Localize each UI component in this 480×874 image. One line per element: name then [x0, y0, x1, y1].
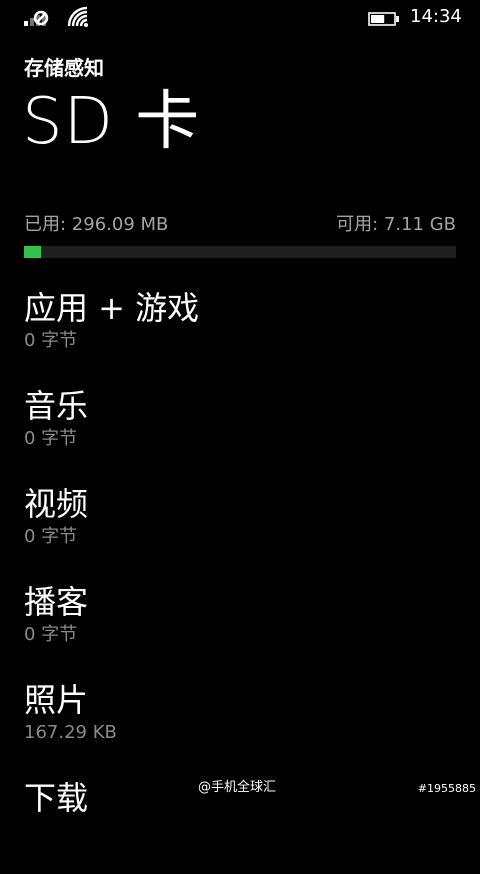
page-title: SD 卡	[22, 85, 201, 159]
status-bar: 14:34	[0, 0, 480, 36]
category-size: 0 字节	[24, 526, 78, 547]
category-name: 音乐	[24, 387, 89, 425]
watermark-source: @手机全球汇	[198, 780, 277, 795]
category-item-music[interactable]: 音乐 0 字节	[0, 384, 480, 482]
category-name: 视频	[24, 485, 89, 523]
category-name: 照片	[24, 681, 89, 719]
app-title: 存储感知	[24, 56, 104, 80]
category-size: 167.29 KB	[24, 722, 117, 743]
category-item-podcasts[interactable]: 播客 0 字节	[0, 580, 480, 678]
category-item-apps-games[interactable]: 应用 + 游戏 0 字节	[0, 286, 480, 384]
category-size: 0 字节	[24, 330, 78, 351]
category-item-photos[interactable]: 照片 167.29 KB	[0, 678, 480, 776]
wifi-icon	[66, 5, 90, 33]
signal-no-sim-icon	[24, 7, 54, 31]
category-name: 播客	[24, 583, 89, 621]
category-item-videos[interactable]: 视频 0 字节	[0, 482, 480, 580]
category-name: 应用 + 游戏	[24, 289, 200, 327]
storage-usage-fill	[24, 246, 42, 258]
battery-icon	[368, 11, 400, 30]
free-space-label: 可用: 7.11 GB	[336, 214, 456, 235]
used-space-label: 已用: 296.09 MB	[24, 214, 169, 235]
storage-usage-bar	[24, 246, 456, 258]
status-time: 14:34	[410, 6, 462, 27]
category-size: 0 字节	[24, 428, 78, 449]
category-size: 0 字节	[24, 624, 78, 645]
watermark-id: #1955885	[417, 782, 476, 795]
